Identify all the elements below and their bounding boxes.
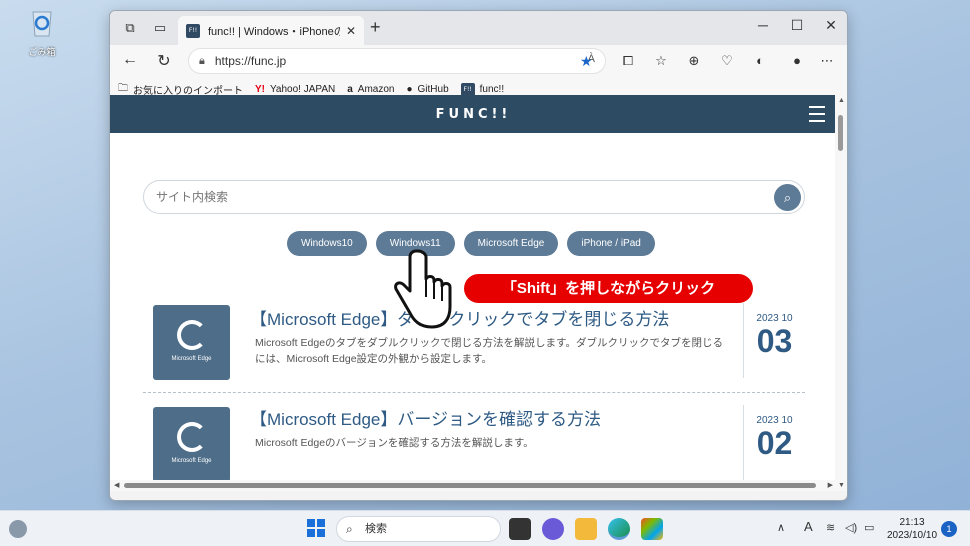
ime-indicator[interactable]: A [804, 519, 813, 534]
edge-copilot-icon[interactable]: ◐ [751, 53, 769, 68]
search-icon: ⌕ [346, 522, 353, 536]
show-hidden-icons-icon[interactable]: ∧ [777, 521, 785, 534]
bookmark-label: func!! [479, 84, 505, 95]
battery-icon[interactable]: ▭ [864, 521, 874, 534]
site-search-input[interactable] [156, 190, 756, 204]
browser-window: ⧉ ▭ F!! func!! | Windows・iPhoneの使い方 ✕ + … [109, 10, 848, 501]
article-description: Microsoft Edgeのバージョンを確認する方法を解説します。 [255, 437, 534, 449]
recycle-bin-icon [32, 11, 52, 37]
tab-actions-icon[interactable]: ▭ [152, 20, 168, 36]
file-explorer-icon[interactable] [575, 518, 597, 540]
address-bar[interactable]: 🔒︎ https://func.jp À [188, 48, 606, 74]
taskbar: ⌕ 検索 ∧ A ≋ ◁) ▭ 21:13 2023/10/10 1 [0, 510, 970, 546]
clock-time: 21:13 [899, 517, 925, 528]
search-icon[interactable]: ⌕ [774, 184, 801, 211]
lock-icon[interactable]: 🔒︎ [199, 55, 205, 68]
collections-icon[interactable]: ⊕ [685, 53, 703, 69]
horizontal-scrollbar[interactable]: ◀ ▶ [110, 480, 837, 491]
pointing-hand-cursor-icon [394, 249, 452, 329]
func-favicon-icon: F!! [186, 23, 200, 38]
tab-func[interactable]: F!! func!! | Windows・iPhoneの使い方 ✕ [178, 16, 364, 45]
scroll-down-icon[interactable]: ▼ [838, 482, 845, 489]
article-thumbnail[interactable]: Microsoft Edge [153, 407, 230, 482]
settings-more-icon[interactable]: ⋯ [818, 53, 836, 69]
edge-logo-icon [176, 422, 207, 452]
github-icon: ● [406, 84, 413, 95]
bookmark-yahoo[interactable]: Y! Yahoo! JAPAN [255, 84, 335, 95]
vertical-scroll-thumb[interactable] [838, 115, 843, 151]
tag-microsoft-edge[interactable]: Microsoft Edge [463, 231, 559, 256]
article-day: 03 [756, 323, 793, 359]
clock-date: 2023/10/10 [886, 530, 938, 541]
workspaces-icon[interactable]: ⧉ [122, 20, 138, 36]
task-view-icon[interactable] [509, 518, 531, 540]
recycle-bin[interactable]: ごみ箱 [22, 6, 62, 58]
article-card[interactable]: Microsoft Edge 【Microsoft Edge】バージョンを確認す… [143, 395, 805, 491]
store-icon[interactable] [641, 518, 663, 540]
back-icon[interactable]: ← [120, 51, 140, 69]
category-tags: Windows10 Windows11 Microsoft Edge iPhon… [287, 231, 655, 256]
browser-essentials-icon[interactable]: ♡ [718, 53, 736, 69]
favorite-star-icon[interactable]: ★ [580, 53, 593, 70]
profile-icon[interactable]: ● [788, 53, 806, 68]
article-day: 02 [756, 425, 793, 461]
scroll-right-icon[interactable]: ▶ [828, 481, 833, 489]
title-bar: ⧉ ▭ F!! func!! | Windows・iPhoneの使い方 ✕ + … [110, 11, 847, 45]
bookmark-label: GitHub [417, 84, 449, 95]
bookmark-label: Yahoo! JAPAN [270, 84, 336, 95]
split-screen-icon[interactable]: ⧠ [619, 53, 637, 69]
favorites-icon[interactable]: ☆ [652, 53, 670, 69]
vertical-scrollbar[interactable]: ▲ ▼ [835, 95, 847, 491]
article-title[interactable]: 【Microsoft Edge】ダブルクリックでタブを閉じる方法 [250, 305, 669, 330]
minimize-icon[interactable]: ─ [753, 17, 773, 33]
yahoo-icon: Y! [255, 84, 265, 95]
scroll-up-icon[interactable]: ▲ [838, 97, 845, 104]
edge-taskbar-icon[interactable] [608, 518, 630, 540]
site-logo[interactable]: FUNC!! [110, 107, 837, 122]
bookmark-label: Amazon [357, 84, 395, 95]
taskbar-search[interactable]: ⌕ 検索 [336, 516, 501, 542]
site-search: ⌕ [143, 180, 805, 214]
bookmark-amazon[interactable]: a Amazon [347, 84, 394, 95]
thumbnail-caption: Microsoft Edge [171, 458, 212, 464]
bookmark-github[interactable]: ● GitHub [406, 84, 448, 95]
amazon-icon: a [347, 84, 353, 95]
start-button-icon[interactable] [307, 519, 325, 537]
article-thumbnail[interactable]: Microsoft Edge [153, 305, 230, 380]
article-divider [143, 392, 805, 393]
horizontal-scroll-thumb[interactable] [124, 483, 816, 488]
volume-icon[interactable]: ◁) [845, 521, 857, 534]
widgets-icon[interactable] [9, 520, 27, 538]
tag-windows10[interactable]: Windows10 [287, 231, 367, 256]
tab-close-icon[interactable]: ✕ [346, 24, 356, 38]
wifi-icon[interactable]: ≋ [826, 521, 835, 534]
maximize-icon[interactable]: ☐ [787, 17, 807, 34]
article-date: 2023 10 03 [743, 303, 805, 378]
site-header: FUNC!! [110, 95, 837, 133]
address-row: ← ↻ 🔒︎ https://func.jp À ★ ⧠ ☆ ⊕ ♡ ◐ ● … [110, 45, 847, 77]
article-date: 2023 10 02 [743, 405, 805, 480]
tag-iphone-ipad[interactable]: iPhone / iPad [567, 231, 655, 256]
instruction-callout: 「Shift」を押しながらクリック [464, 274, 753, 303]
clock[interactable]: 21:13 2023/10/10 [880, 516, 944, 542]
tab-title: func!! | Windows・iPhoneの使い方 [208, 25, 340, 38]
taskbar-search-label: 検索 [365, 523, 387, 535]
menu-icon[interactable] [809, 106, 825, 127]
chat-icon[interactable] [542, 518, 564, 540]
close-window-icon[interactable]: ✕ [821, 17, 841, 34]
thumbnail-caption: Microsoft Edge [171, 356, 212, 362]
article-card[interactable]: Microsoft Edge 【Microsoft Edge】ダブルクリックでタ… [143, 293, 805, 389]
new-tab-icon[interactable]: + [370, 17, 381, 38]
article-description: Microsoft Edgeのタブをダブルクリックで閉じる方法を解説します。ダブ… [255, 337, 723, 365]
refresh-icon[interactable]: ↻ [154, 51, 174, 71]
article-title[interactable]: 【Microsoft Edge】バージョンを確認する方法 [250, 405, 601, 430]
edge-logo-icon [176, 320, 207, 350]
url-text: https://func.jp [214, 54, 287, 68]
notification-badge[interactable]: 1 [941, 521, 957, 537]
scroll-left-icon[interactable]: ◀ [114, 481, 119, 489]
recycle-bin-label: ごみ箱 [28, 47, 56, 57]
